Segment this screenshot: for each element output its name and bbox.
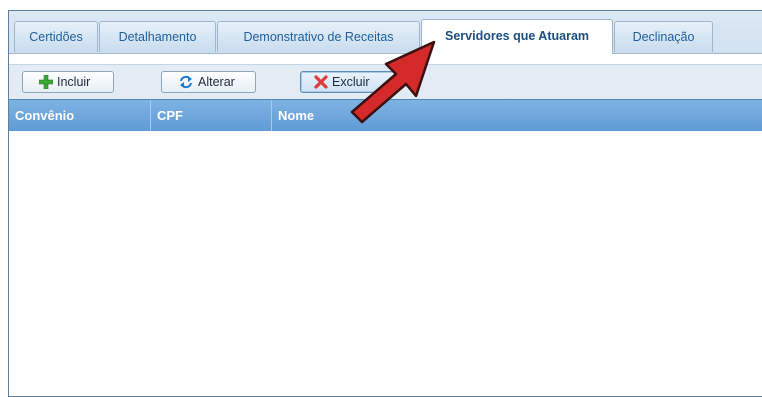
x-icon [314,75,328,89]
column-header-convenio[interactable]: Convênio [9,100,151,131]
tab-servidores-que-atuaram[interactable]: Servidores que Atuaram [421,19,613,54]
tab-declinacao[interactable]: Declinação [614,21,713,52]
excluir-button[interactable]: Excluir [300,71,398,93]
toolbar: Incluir Alterar Excluir [9,64,762,99]
main-panel: Certidões Detalhamento Demonstrativo de … [8,10,762,397]
tab-detalhamento[interactable]: Detalhamento [99,21,216,52]
incluir-label: Incluir [57,75,91,89]
alterar-button[interactable]: Alterar [161,71,256,93]
grid-body [9,131,762,396]
refresh-icon [180,75,192,89]
tab-demonstrativo-de-receitas[interactable]: Demonstrativo de Receitas [217,21,420,52]
plus-icon [39,75,53,89]
incluir-button[interactable]: Incluir [22,71,114,93]
tab-certidoes[interactable]: Certidões [14,21,98,52]
alterar-label: Alterar [198,75,235,89]
excluir-label: Excluir [332,75,370,89]
column-header-cpf[interactable]: CPF [151,100,272,131]
column-header-nome[interactable]: Nome [272,100,762,131]
grid-header: Convênio CPF Nome [9,99,762,132]
tab-bar: Certidões Detalhamento Demonstrativo de … [9,11,762,54]
